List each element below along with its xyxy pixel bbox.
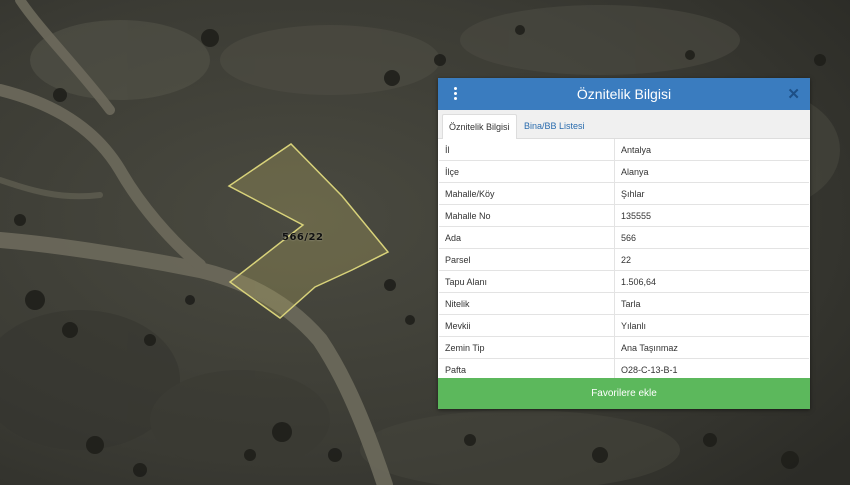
tab-building-list[interactable]: Bina/BB Listesi	[518, 114, 591, 138]
attribute-value: 22	[614, 248, 809, 271]
table-row: Tapu Alanı 1.506,64	[439, 270, 809, 293]
attribute-info-panel: Öznitelik Bilgisi ✕ Öznitelik Bilgisi Bi…	[438, 78, 810, 409]
add-to-favorites-button[interactable]: Favorilere ekle	[438, 378, 810, 409]
attribute-key: Mahalle No	[439, 204, 615, 227]
attribute-key: Nitelik	[439, 292, 615, 315]
table-row: Mahalle/Köy Şıhlar	[439, 182, 809, 205]
attribute-table: İl Antalya İlçe Alanya Mahalle/Köy Şıhla…	[439, 139, 809, 381]
attribute-value: Yılanlı	[614, 314, 809, 337]
attribute-value: Ana Taşınmaz	[614, 336, 809, 359]
attribute-value: Antalya	[614, 139, 809, 161]
parcel-number-label: 566/22	[282, 232, 324, 243]
attribute-value: 135555	[614, 204, 809, 227]
panel-title: Öznitelik Bilgisi	[576, 86, 672, 102]
attribute-key: Parsel	[439, 248, 615, 271]
tab-bar: Öznitelik Bilgisi Bina/BB Listesi	[438, 110, 810, 139]
table-row: İlçe Alanya	[439, 160, 809, 183]
attribute-key: Mevkii	[439, 314, 615, 337]
attribute-key: İlçe	[439, 160, 615, 183]
table-row: Nitelik Tarla	[439, 292, 809, 315]
attribute-key: Zemin Tip	[439, 336, 615, 359]
table-row: Parsel 22	[439, 248, 809, 271]
attribute-value: Tarla	[614, 292, 809, 315]
table-row: Mahalle No 135555	[439, 204, 809, 227]
table-row: Mevkii Yılanlı	[439, 314, 809, 337]
attribute-key: İl	[439, 139, 615, 161]
attribute-key: Tapu Alanı	[439, 270, 615, 293]
attribute-value: Şıhlar	[614, 182, 809, 205]
attribute-value: Alanya	[614, 160, 809, 183]
attribute-key: Mahalle/Köy	[439, 182, 615, 205]
attribute-key: Ada	[439, 226, 615, 249]
attribute-value: 566	[614, 226, 809, 249]
panel-header: Öznitelik Bilgisi ✕	[438, 78, 810, 110]
table-row: Ada 566	[439, 226, 809, 249]
table-row: Zemin Tip Ana Taşınmaz	[439, 336, 809, 359]
table-row: İl Antalya	[439, 139, 809, 161]
attribute-value: 1.506,64	[614, 270, 809, 293]
tab-attribute-info[interactable]: Öznitelik Bilgisi	[442, 114, 517, 139]
close-icon[interactable]: ✕	[787, 85, 800, 103]
